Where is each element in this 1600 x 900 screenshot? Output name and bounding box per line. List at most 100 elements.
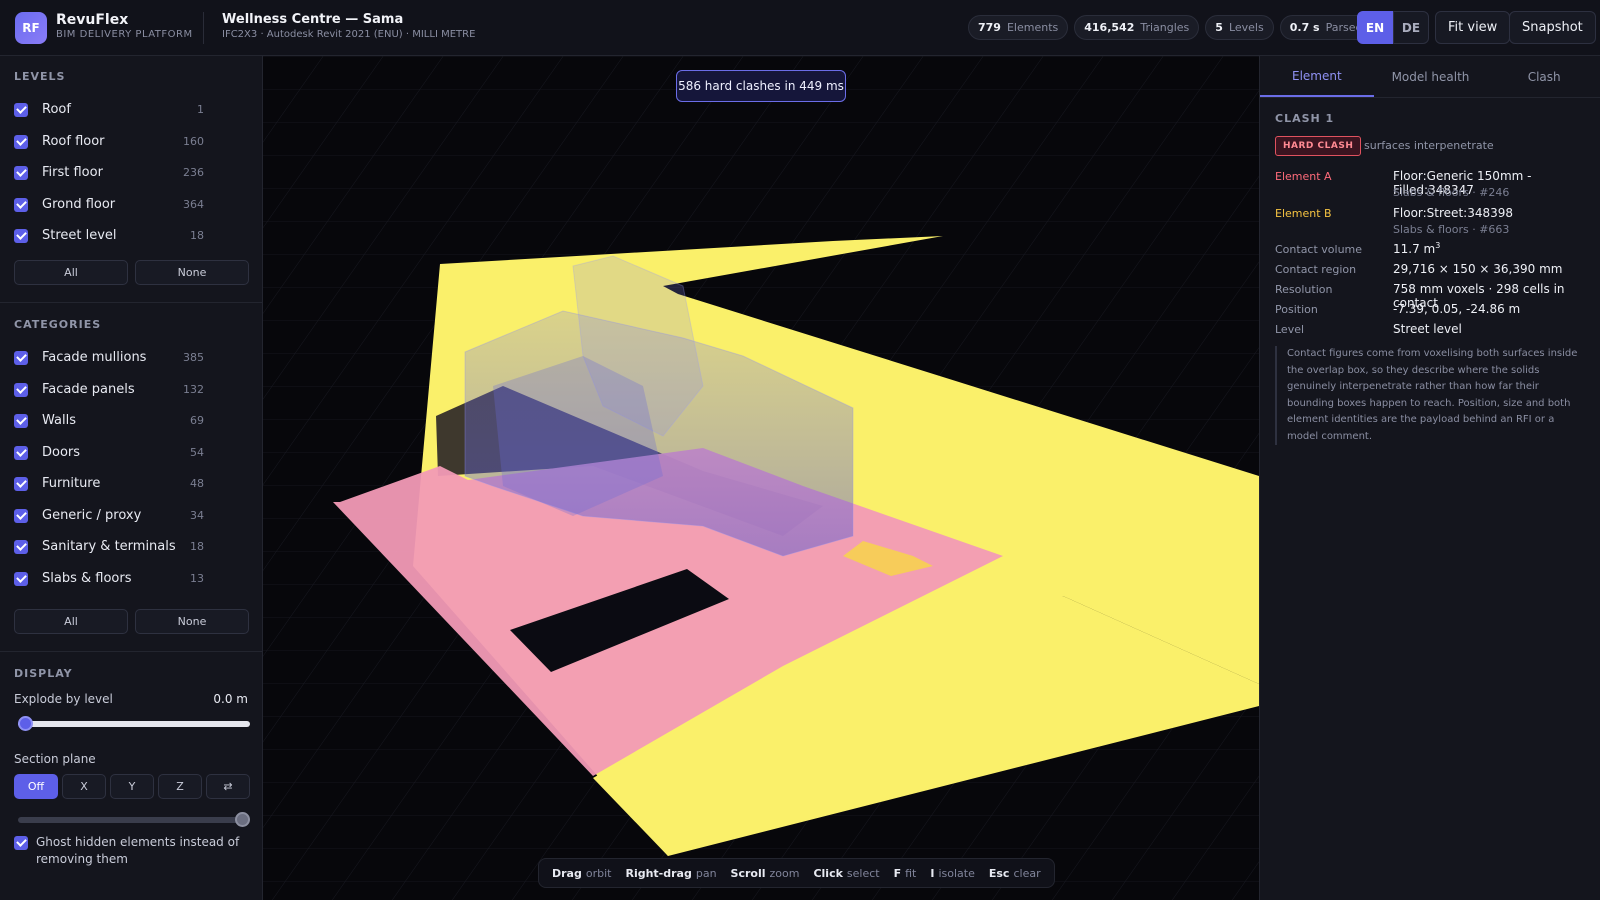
level-label: Roof floor	[42, 134, 105, 149]
hint-isolate: Iisolate	[930, 867, 975, 880]
category-item-slabs-floors[interactable]: Slabs & floors 13	[14, 563, 204, 594]
category-label: Slabs & floors	[42, 571, 132, 586]
level-label: First floor	[42, 165, 103, 180]
checkbox[interactable]	[14, 165, 28, 180]
categories-all-button[interactable]: All	[14, 609, 128, 634]
hint-key: Drag	[552, 866, 582, 880]
app-logo: RF	[15, 12, 47, 44]
tab-element[interactable]: Element	[1260, 56, 1374, 97]
category-label: Sanitary & terminals	[42, 539, 176, 554]
element-b-label: Element B	[1275, 207, 1332, 220]
hint-action: pan	[695, 866, 717, 880]
explode-slider-handle[interactable]	[18, 716, 33, 731]
checkbox[interactable]	[14, 508, 28, 523]
stat-value: 779	[978, 21, 1001, 34]
hint-key: Right-drag	[625, 866, 692, 880]
categories-bulk-actions: All None	[14, 609, 249, 634]
level-item-roof[interactable]: Roof 1	[14, 94, 204, 125]
3d-viewport[interactable]: 586 hard clashes in 449 ms Drag orbit Rig…	[263, 56, 1259, 900]
stat-label: Triangles	[1140, 21, 1190, 34]
model-canvas[interactable]	[263, 56, 1259, 900]
category-item-generic-proxy[interactable]: Generic / proxy 34	[14, 500, 204, 531]
category-label: Doors	[42, 445, 81, 460]
checkbox[interactable]	[14, 228, 28, 243]
checkbox[interactable]	[14, 350, 28, 365]
snapshot-button[interactable]: Snapshot	[1509, 11, 1596, 44]
lang-de-button[interactable]: DE	[1393, 11, 1429, 44]
lang-en-button[interactable]: EN	[1357, 11, 1393, 44]
hint-action: select	[846, 866, 880, 880]
level-item-ground-floor[interactable]: Grond floor 364	[14, 189, 204, 220]
checkbox[interactable]	[14, 134, 28, 149]
hint-key: Esc	[988, 866, 1010, 880]
section-plane-label: Section plane	[14, 752, 96, 766]
checkbox[interactable]	[14, 197, 28, 212]
checkbox[interactable]	[14, 571, 28, 586]
levels-bulk-actions: All None	[14, 260, 249, 285]
element-b-name[interactable]: Floor:Street:348398	[1393, 206, 1513, 220]
level-item-street-level[interactable]: Street level 18	[14, 220, 204, 251]
category-item-doors[interactable]: Doors 54	[14, 437, 204, 468]
hint-action: fit	[905, 866, 917, 880]
level-item-first-floor[interactable]: First floor 236	[14, 157, 204, 188]
hard-clash-badge: HARD CLASH	[1275, 136, 1362, 156]
levels-all-button[interactable]: All	[14, 260, 128, 285]
checkbox[interactable]	[14, 102, 28, 117]
stat-levels: 5 Levels	[1205, 15, 1274, 40]
stat-label: Elements	[1006, 21, 1059, 34]
element-b-category: Slabs & floors · #663	[1393, 223, 1510, 236]
section-flip-button[interactable]: ⇄	[206, 774, 250, 799]
category-item-furniture[interactable]: Furniture 48	[14, 468, 204, 499]
ghost-hidden-option[interactable]: Ghost hidden elements instead of removin…	[14, 834, 244, 868]
hint-key: Scroll	[730, 866, 766, 880]
contact-volume-number: 11.7 m	[1393, 242, 1436, 256]
resolution-label: Resolution	[1275, 283, 1333, 296]
checkbox[interactable]	[14, 382, 28, 397]
display-title: DISPLAY	[14, 667, 73, 680]
hint-clear: Esc clear	[989, 867, 1041, 880]
category-item-walls[interactable]: Walls 69	[14, 405, 204, 436]
checkbox[interactable]	[14, 836, 28, 850]
category-count: 54	[190, 446, 204, 459]
explode-value: 0.0 m	[213, 692, 248, 706]
level-count: 236	[183, 166, 204, 179]
header-divider	[203, 12, 204, 44]
contact-volume-label: Contact volume	[1275, 243, 1363, 256]
categories-none-button[interactable]: None	[135, 609, 249, 634]
section-slider[interactable]	[18, 817, 250, 823]
levels-none-button[interactable]: None	[135, 260, 249, 285]
section-x-button[interactable]: X	[62, 774, 106, 799]
checkbox[interactable]	[14, 413, 28, 428]
tab-model-health[interactable]: Model health	[1374, 56, 1488, 97]
checkbox[interactable]	[14, 539, 28, 554]
checkbox[interactable]	[14, 445, 28, 460]
section-y-button[interactable]: Y	[110, 774, 154, 799]
level-value: Street level	[1393, 322, 1462, 336]
hint-action: clear	[1013, 866, 1041, 880]
level-item-roof-floor[interactable]: Roof floor 160	[14, 126, 204, 157]
category-count: 18	[190, 540, 204, 553]
section-slider-handle[interactable]	[235, 812, 250, 827]
category-count: 132	[183, 383, 204, 396]
category-item-facade-panels[interactable]: Facade panels 132	[14, 374, 204, 405]
position-value: -7.39, 0.05, -24.86 m	[1393, 302, 1521, 316]
app-name: RevuFlex	[56, 12, 129, 28]
tab-clash[interactable]: Clash	[1487, 56, 1600, 97]
section-off-button[interactable]: Off	[14, 774, 58, 799]
element-a-category: Slabs & floors · #246	[1393, 186, 1510, 199]
element-a-label: Element A	[1275, 170, 1332, 183]
position-label: Position	[1275, 303, 1318, 316]
hint-orbit: Drag orbit	[552, 867, 611, 880]
hint-action: zoom	[769, 866, 800, 880]
top-bar: RF RevuFlex BIM DELIVERY PLATFORM Wellne…	[0, 0, 1600, 56]
category-item-facade-mullions[interactable]: Facade mullions 385	[14, 342, 204, 373]
category-item-sanitary[interactable]: Sanitary & terminals 18	[14, 531, 204, 562]
category-label: Facade panels	[42, 382, 135, 397]
hint-pan: Right-drag pan	[625, 867, 716, 880]
explode-slider[interactable]	[18, 721, 250, 727]
level-label: Level	[1275, 323, 1305, 336]
checkbox[interactable]	[14, 476, 28, 491]
fit-view-button[interactable]: Fit view	[1435, 11, 1511, 44]
section-z-button[interactable]: Z	[158, 774, 202, 799]
filter-sidebar: LEVELS Roof 1 Roof floor 160 First floor 23…	[0, 56, 263, 900]
